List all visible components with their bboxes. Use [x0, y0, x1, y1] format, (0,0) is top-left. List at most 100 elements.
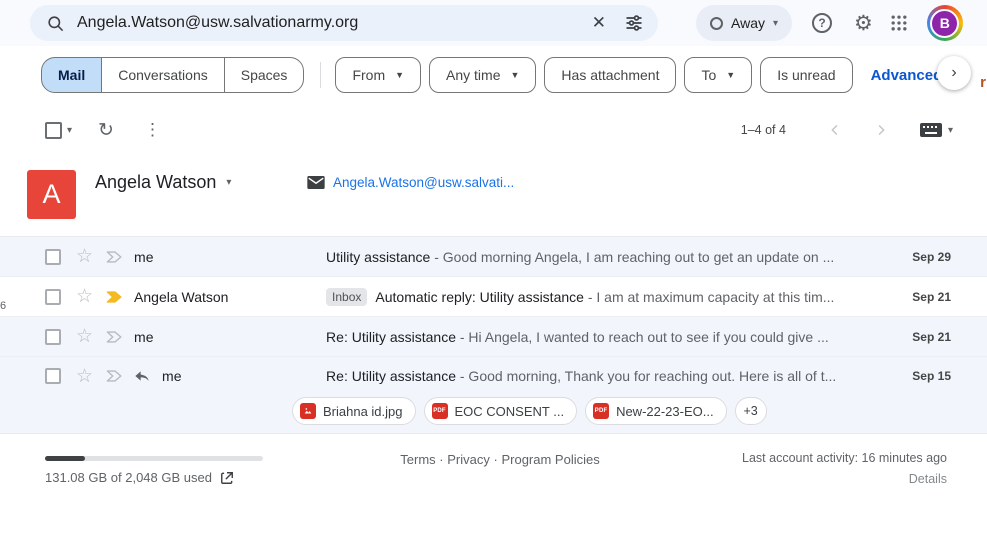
search-icon[interactable]	[46, 14, 65, 33]
row-checkbox[interactable]	[45, 249, 61, 265]
apps-grid-icon[interactable]	[889, 13, 909, 33]
chevron-down-icon: ▼	[395, 70, 404, 80]
star-icon[interactable]: ☆	[76, 367, 93, 386]
importance-marker-icon-important[interactable]	[106, 290, 124, 304]
attachment-chip-image[interactable]: Briahna id.jpg	[292, 397, 416, 425]
avatar-letter: B	[930, 9, 959, 38]
chip-label: To	[701, 67, 716, 83]
row-snippet: - Good morning, Thank you for reaching o…	[456, 368, 836, 384]
sender-email-link[interactable]: Angela.Watson@usw.salvati...	[333, 175, 514, 190]
table-row[interactable]: ☆ me Utility assistance - Good morning A…	[0, 237, 987, 277]
importance-marker-icon[interactable]	[106, 369, 124, 383]
top-bar: ✕ Away ▾ ? ⚙	[0, 0, 987, 46]
filter-chip-has-attachment[interactable]: Has attachment	[544, 57, 676, 93]
row-sender: me	[162, 368, 181, 384]
attachment-chip-pdf[interactable]: PDF New-22-23-EO...	[585, 397, 727, 425]
storage-usage-label: 131.08 GB of 2,048 GB used	[45, 470, 212, 485]
footer-links: Terms · Privacy · Program Policies	[340, 452, 660, 467]
pdf-file-icon: PDF	[432, 403, 448, 419]
search-input[interactable]	[77, 14, 582, 32]
row-subject: Re: Utility assistance	[326, 368, 456, 384]
program-policies-link[interactable]: Program Policies	[501, 452, 599, 467]
status-chip[interactable]: Away ▾	[696, 5, 792, 41]
attachment-chips-row: Briahna id.jpg PDF EOC CONSENT ... PDF N…	[0, 395, 987, 433]
away-status-icon	[710, 17, 723, 30]
table-row[interactable]: ☆ me Re: Utility assistance - Hi Angela,…	[0, 317, 987, 357]
image-file-icon	[300, 403, 316, 419]
row-date: Sep 15	[893, 369, 951, 383]
terms-link[interactable]: Terms	[400, 452, 435, 467]
thread-list: ☆ me Utility assistance - Good morning A…	[0, 236, 987, 434]
keyboard-icon	[920, 123, 942, 137]
filter-chip-from[interactable]: From ▼	[335, 57, 421, 93]
filter-chip-to[interactable]: To ▼	[684, 57, 752, 93]
storage-usage: 131.08 GB of 2,048 GB used	[45, 470, 234, 485]
search-options-icon[interactable]	[624, 13, 644, 33]
separator: ·	[439, 452, 443, 467]
older-page-icon[interactable]	[872, 121, 890, 139]
row-snippet: - Hi Angela, I wanted to reach out to se…	[456, 329, 829, 345]
status-label: Away	[731, 15, 765, 31]
input-tools[interactable]: ▾	[920, 123, 953, 137]
clear-search-icon[interactable]: ✕	[582, 13, 616, 33]
account-avatar[interactable]: B	[927, 5, 963, 41]
chevron-down-icon: ▾	[773, 18, 778, 29]
tab-spaces[interactable]: Spaces	[224, 57, 305, 93]
more-options-icon[interactable]: ⋮	[144, 120, 161, 140]
tab-conversations[interactable]: Conversations	[101, 57, 225, 93]
chip-label: Is unread	[777, 67, 835, 83]
filter-chip-is-unread[interactable]: Is unread	[760, 57, 852, 93]
row-subject-cell: Re: Utility assistance - Hi Angela, I wa…	[326, 329, 893, 345]
table-row[interactable]: ☆ Angela Watson Inbox Automatic reply: U…	[0, 277, 987, 317]
sender-name-dropdown[interactable]: Angela Watson ▾	[95, 172, 231, 193]
advanced-search-link[interactable]: Advanced	[871, 67, 943, 84]
row-sender: me	[134, 249, 153, 265]
row-sender: Angela Watson	[134, 289, 228, 305]
row-checkbox[interactable]	[45, 289, 61, 305]
list-toolbar: ▾ ↻ ⋮ 1–4 of 4 ▾	[0, 104, 987, 156]
sender-email-line: Angela.Watson@usw.salvati...	[307, 175, 514, 190]
row-date: Sep 21	[893, 330, 951, 344]
select-dropdown-icon[interactable]: ▾	[67, 125, 72, 136]
row-checkbox[interactable]	[45, 329, 61, 345]
separator: ·	[494, 452, 498, 467]
importance-marker-icon[interactable]	[106, 330, 124, 344]
chip-label: From	[352, 67, 385, 83]
chevron-down-icon: ▾	[226, 177, 231, 188]
privacy-link[interactable]: Privacy	[447, 452, 490, 467]
importance-marker-icon[interactable]	[106, 250, 124, 264]
refresh-icon[interactable]: ↻	[98, 119, 114, 142]
storage-progress-bar	[45, 456, 263, 461]
star-icon[interactable]: ☆	[76, 247, 93, 266]
attachment-chip-pdf[interactable]: PDF EOC CONSENT ...	[424, 397, 578, 425]
table-row[interactable]: ☆ me Re: Utility assistance - Good morni…	[0, 357, 987, 434]
chevron-down-icon: ▾	[948, 125, 953, 136]
external-link-icon[interactable]	[220, 471, 234, 485]
filter-chip-any-time[interactable]: Any time ▼	[429, 57, 536, 93]
sender-avatar[interactable]: A	[27, 170, 76, 219]
search-bar[interactable]: ✕	[30, 5, 658, 41]
star-icon[interactable]: ☆	[76, 327, 93, 346]
reply-icon	[134, 369, 150, 383]
scroll-chips-right-button[interactable]: ›	[937, 56, 971, 90]
storage-progress-fill	[45, 456, 85, 461]
newer-page-icon[interactable]	[826, 121, 844, 139]
help-icon[interactable]: ?	[812, 13, 832, 33]
tab-mail[interactable]: Mail	[41, 57, 102, 93]
envelope-icon	[307, 176, 325, 189]
row-checkbox[interactable]	[45, 368, 61, 384]
row-subject-cell: Re: Utility assistance - Good morning, T…	[326, 368, 893, 384]
row-subject: Re: Utility assistance	[326, 329, 456, 345]
details-link[interactable]: Details	[909, 472, 947, 486]
sender-name: Angela Watson	[95, 172, 216, 193]
more-attachments-chip[interactable]: +3	[735, 397, 767, 425]
chip-label: Has attachment	[561, 67, 659, 83]
chevron-down-icon: ▼	[726, 70, 735, 80]
row-subject: Automatic reply: Utility assistance	[375, 289, 584, 305]
select-all-checkbox[interactable]	[45, 122, 62, 139]
row-subject-cell: Utility assistance - Good morning Angela…	[326, 249, 893, 265]
star-icon[interactable]: ☆	[76, 287, 93, 306]
row-snippet: - I am at maximum capacity at this tim..…	[584, 289, 835, 305]
settings-gear-icon[interactable]: ⚙	[854, 11, 873, 36]
pagination-group: 1–4 of 4 ▾	[741, 121, 953, 139]
